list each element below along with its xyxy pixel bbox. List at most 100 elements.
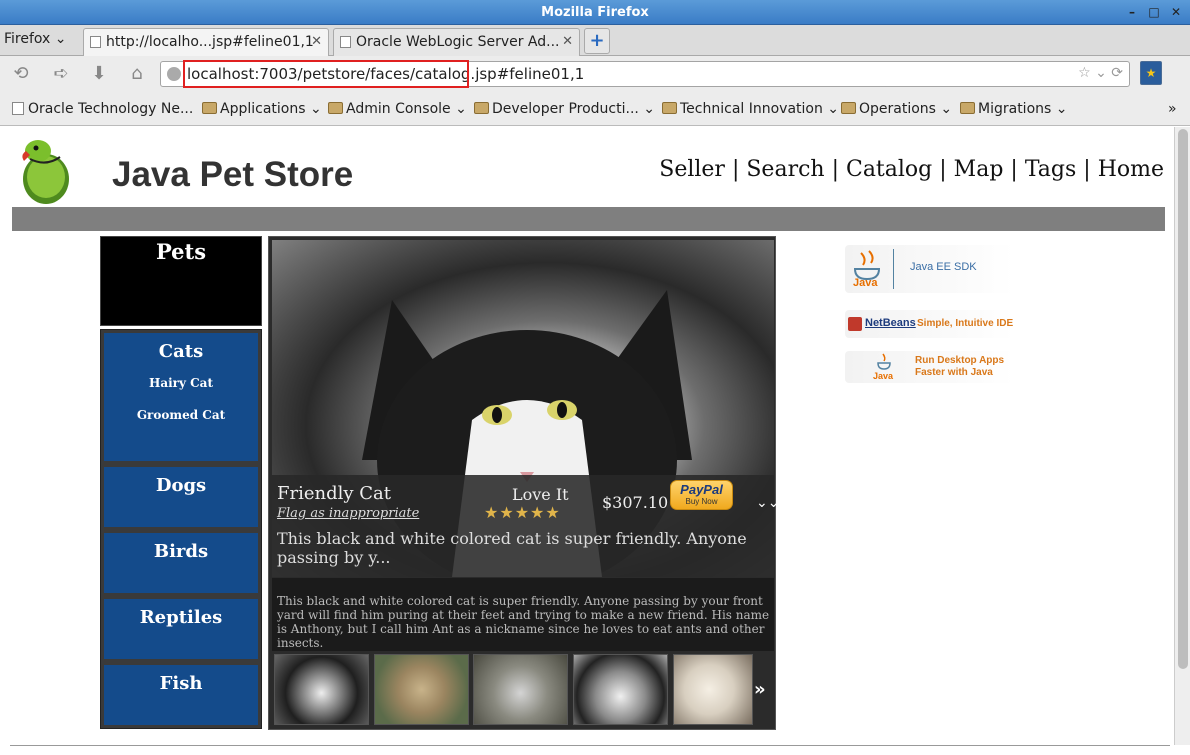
item-viewer: Friendly Cat Flag as inappropriate Love … (268, 236, 779, 730)
nav-tags-link[interactable]: Tags (1025, 157, 1076, 182)
netbeans-logo-text: NetBeans (865, 317, 916, 329)
pet-name: Friendly Cat (277, 483, 392, 504)
nav-home-link[interactable]: Home (1098, 157, 1164, 182)
scrollbar-thumb[interactable] (1178, 129, 1188, 669)
desktop-apps-line2: Faster with Java (915, 367, 993, 378)
category-title[interactable]: Cats (104, 333, 258, 362)
download-icon[interactable]: ⬇ (86, 62, 112, 86)
tab-petstore[interactable]: http://localho...jsp#feline01,1 ✕ (83, 28, 329, 56)
bookmark-label: Operations (859, 101, 936, 117)
bookmark-developer[interactable]: Developer Producti... ⌄ (474, 101, 655, 117)
nav-seller-link[interactable]: Seller (659, 157, 725, 182)
back-icon[interactable]: ⟲ (8, 62, 34, 86)
maximize-icon[interactable]: □ (1146, 4, 1162, 20)
netbeans-cube-icon (848, 317, 862, 331)
thumbnail[interactable] (274, 654, 369, 725)
bookmarks-bar: Oracle Technology Ne... Applications ⌄ A… (0, 92, 1190, 126)
thumbnail[interactable] (573, 654, 668, 725)
category-title[interactable]: Reptiles (104, 599, 258, 628)
love-it-label: Love It (512, 485, 569, 504)
firefox-menu-button[interactable]: Firefox ⌄ (4, 31, 67, 47)
tab-label: http://localho...jsp#feline01,1 (106, 34, 314, 50)
rating-stars-icon[interactable]: ★★★★★ (484, 503, 561, 522)
folder-icon (202, 102, 217, 114)
netbeans-tagline: Simple, Intuitive IDE (917, 318, 1014, 329)
parrot-logo-icon (22, 140, 69, 204)
category-reptiles[interactable]: Reptiles (104, 599, 258, 659)
page-icon (90, 36, 101, 48)
expand-chevron-icon[interactable]: ⌄⌄ (756, 495, 779, 511)
category-birds[interactable]: Birds (104, 533, 258, 593)
header-divider (12, 207, 1165, 231)
firefox-menu-label: Firefox (4, 31, 51, 47)
bookmark-label: Technical Innovation (680, 101, 823, 117)
navigation-toolbar: ⟲ ➪ ⬇ ⌂ localhost:7003/petstore/faces/ca… (0, 56, 1190, 92)
netbeans-ad[interactable]: NetBeans Simple, Intuitive IDE (845, 310, 1014, 338)
bookmark-technical[interactable]: Technical Innovation ⌄ (662, 101, 839, 117)
paypal-buy-now-button[interactable]: PayPal Buy Now (670, 480, 733, 510)
extension-icon[interactable]: ★ (1140, 61, 1162, 85)
java-cup-icon (877, 353, 891, 370)
item-info-panel: Friendly Cat Flag as inappropriate Love … (272, 475, 779, 577)
minimize-icon[interactable]: – (1124, 4, 1140, 20)
nav-search-link[interactable]: Search (746, 157, 824, 182)
bookmark-migrations[interactable]: Migrations ⌄ (960, 101, 1068, 117)
category-title[interactable]: Fish (104, 665, 258, 694)
tab-weblogic[interactable]: Oracle WebLogic Server Ad... ✕ (333, 28, 580, 56)
next-thumbnails-icon[interactable]: » (754, 679, 766, 700)
tab-label: Oracle WebLogic Server Ad... (356, 34, 560, 50)
nav-map-link[interactable]: Map (954, 157, 1004, 182)
forward-icon[interactable]: ➪ (48, 62, 74, 86)
buy-now-label: Buy Now (685, 497, 718, 506)
bookmark-oracle-tech[interactable]: Oracle Technology Ne... (12, 101, 193, 117)
folder-icon (841, 102, 856, 114)
url-highlight-box (183, 60, 469, 88)
paypal-logo: PayPal (680, 482, 723, 497)
folder-icon (960, 102, 975, 114)
category-menu: Cats Hairy Cat Groomed Cat Dogs Birds Re… (100, 329, 262, 729)
category-title[interactable]: Birds (104, 533, 258, 562)
flag-inappropriate-link[interactable]: Flag as inappropriate (277, 506, 419, 521)
nav-catalog-link[interactable]: Catalog (846, 157, 932, 182)
url-bar[interactable]: localhost:7003/petstore/faces/catalog.js… (160, 60, 1130, 88)
price: $307.10 (602, 493, 669, 512)
thumbnail[interactable] (374, 654, 469, 725)
bookmark-label: Oracle Technology Ne... (28, 101, 194, 117)
bookmark-star-icon[interactable]: ☆ ⌄ ⟳ (1078, 65, 1123, 81)
subcategory-hairy-cat[interactable]: Hairy Cat (104, 376, 258, 390)
java-ee-sdk-text: Java EE SDK (910, 261, 977, 273)
bookmark-admin-console[interactable]: Admin Console ⌄ (328, 101, 467, 117)
pets-header: Pets (100, 236, 262, 326)
thumbnail[interactable] (673, 654, 753, 725)
bookmarks-overflow-icon[interactable]: » (1168, 101, 1177, 117)
page-content: Java Pet Store Seller | Search | Catalog… (0, 127, 1174, 745)
thumbnail[interactable] (473, 654, 568, 725)
window-titlebar: Mozilla Firefox – □ ✕ (0, 0, 1190, 25)
close-tab-icon[interactable]: ✕ (562, 29, 573, 55)
bookmark-operations[interactable]: Operations ⌄ (841, 101, 952, 117)
category-fish[interactable]: Fish (104, 665, 258, 725)
short-description: This black and white colored cat is supe… (277, 529, 747, 567)
site-title: Java Pet Store (112, 155, 354, 194)
bookmark-label: Applications (220, 101, 306, 117)
java-logo-text: Java (873, 371, 894, 381)
thumbnail-strip: » (272, 653, 774, 727)
close-window-icon[interactable]: ✕ (1168, 4, 1184, 20)
home-icon[interactable]: ⌂ (124, 62, 150, 86)
page-icon (12, 102, 24, 115)
folder-icon (662, 102, 677, 114)
java-ee-sdk-ad[interactable]: Java Java EE SDK (845, 245, 1014, 293)
category-cats[interactable]: Cats Hairy Cat Groomed Cat (104, 333, 258, 461)
chevron-down-icon: ⌄ (50, 31, 67, 47)
bookmark-label: Migrations (978, 101, 1052, 117)
vertical-scrollbar[interactable] (1174, 127, 1190, 745)
subcategory-groomed-cat[interactable]: Groomed Cat (104, 408, 258, 422)
category-dogs[interactable]: Dogs (104, 467, 258, 527)
desktop-apps-line1: Run Desktop Apps (915, 355, 1005, 366)
bookmark-applications[interactable]: Applications ⌄ (202, 101, 322, 117)
window-title: Mozilla Firefox (541, 5, 649, 20)
close-tab-icon[interactable]: ✕ (311, 29, 322, 55)
new-tab-button[interactable]: + (584, 28, 610, 54)
category-title[interactable]: Dogs (104, 467, 258, 496)
desktop-apps-ad[interactable]: Java Run Desktop Apps Faster with Java (845, 351, 1014, 383)
